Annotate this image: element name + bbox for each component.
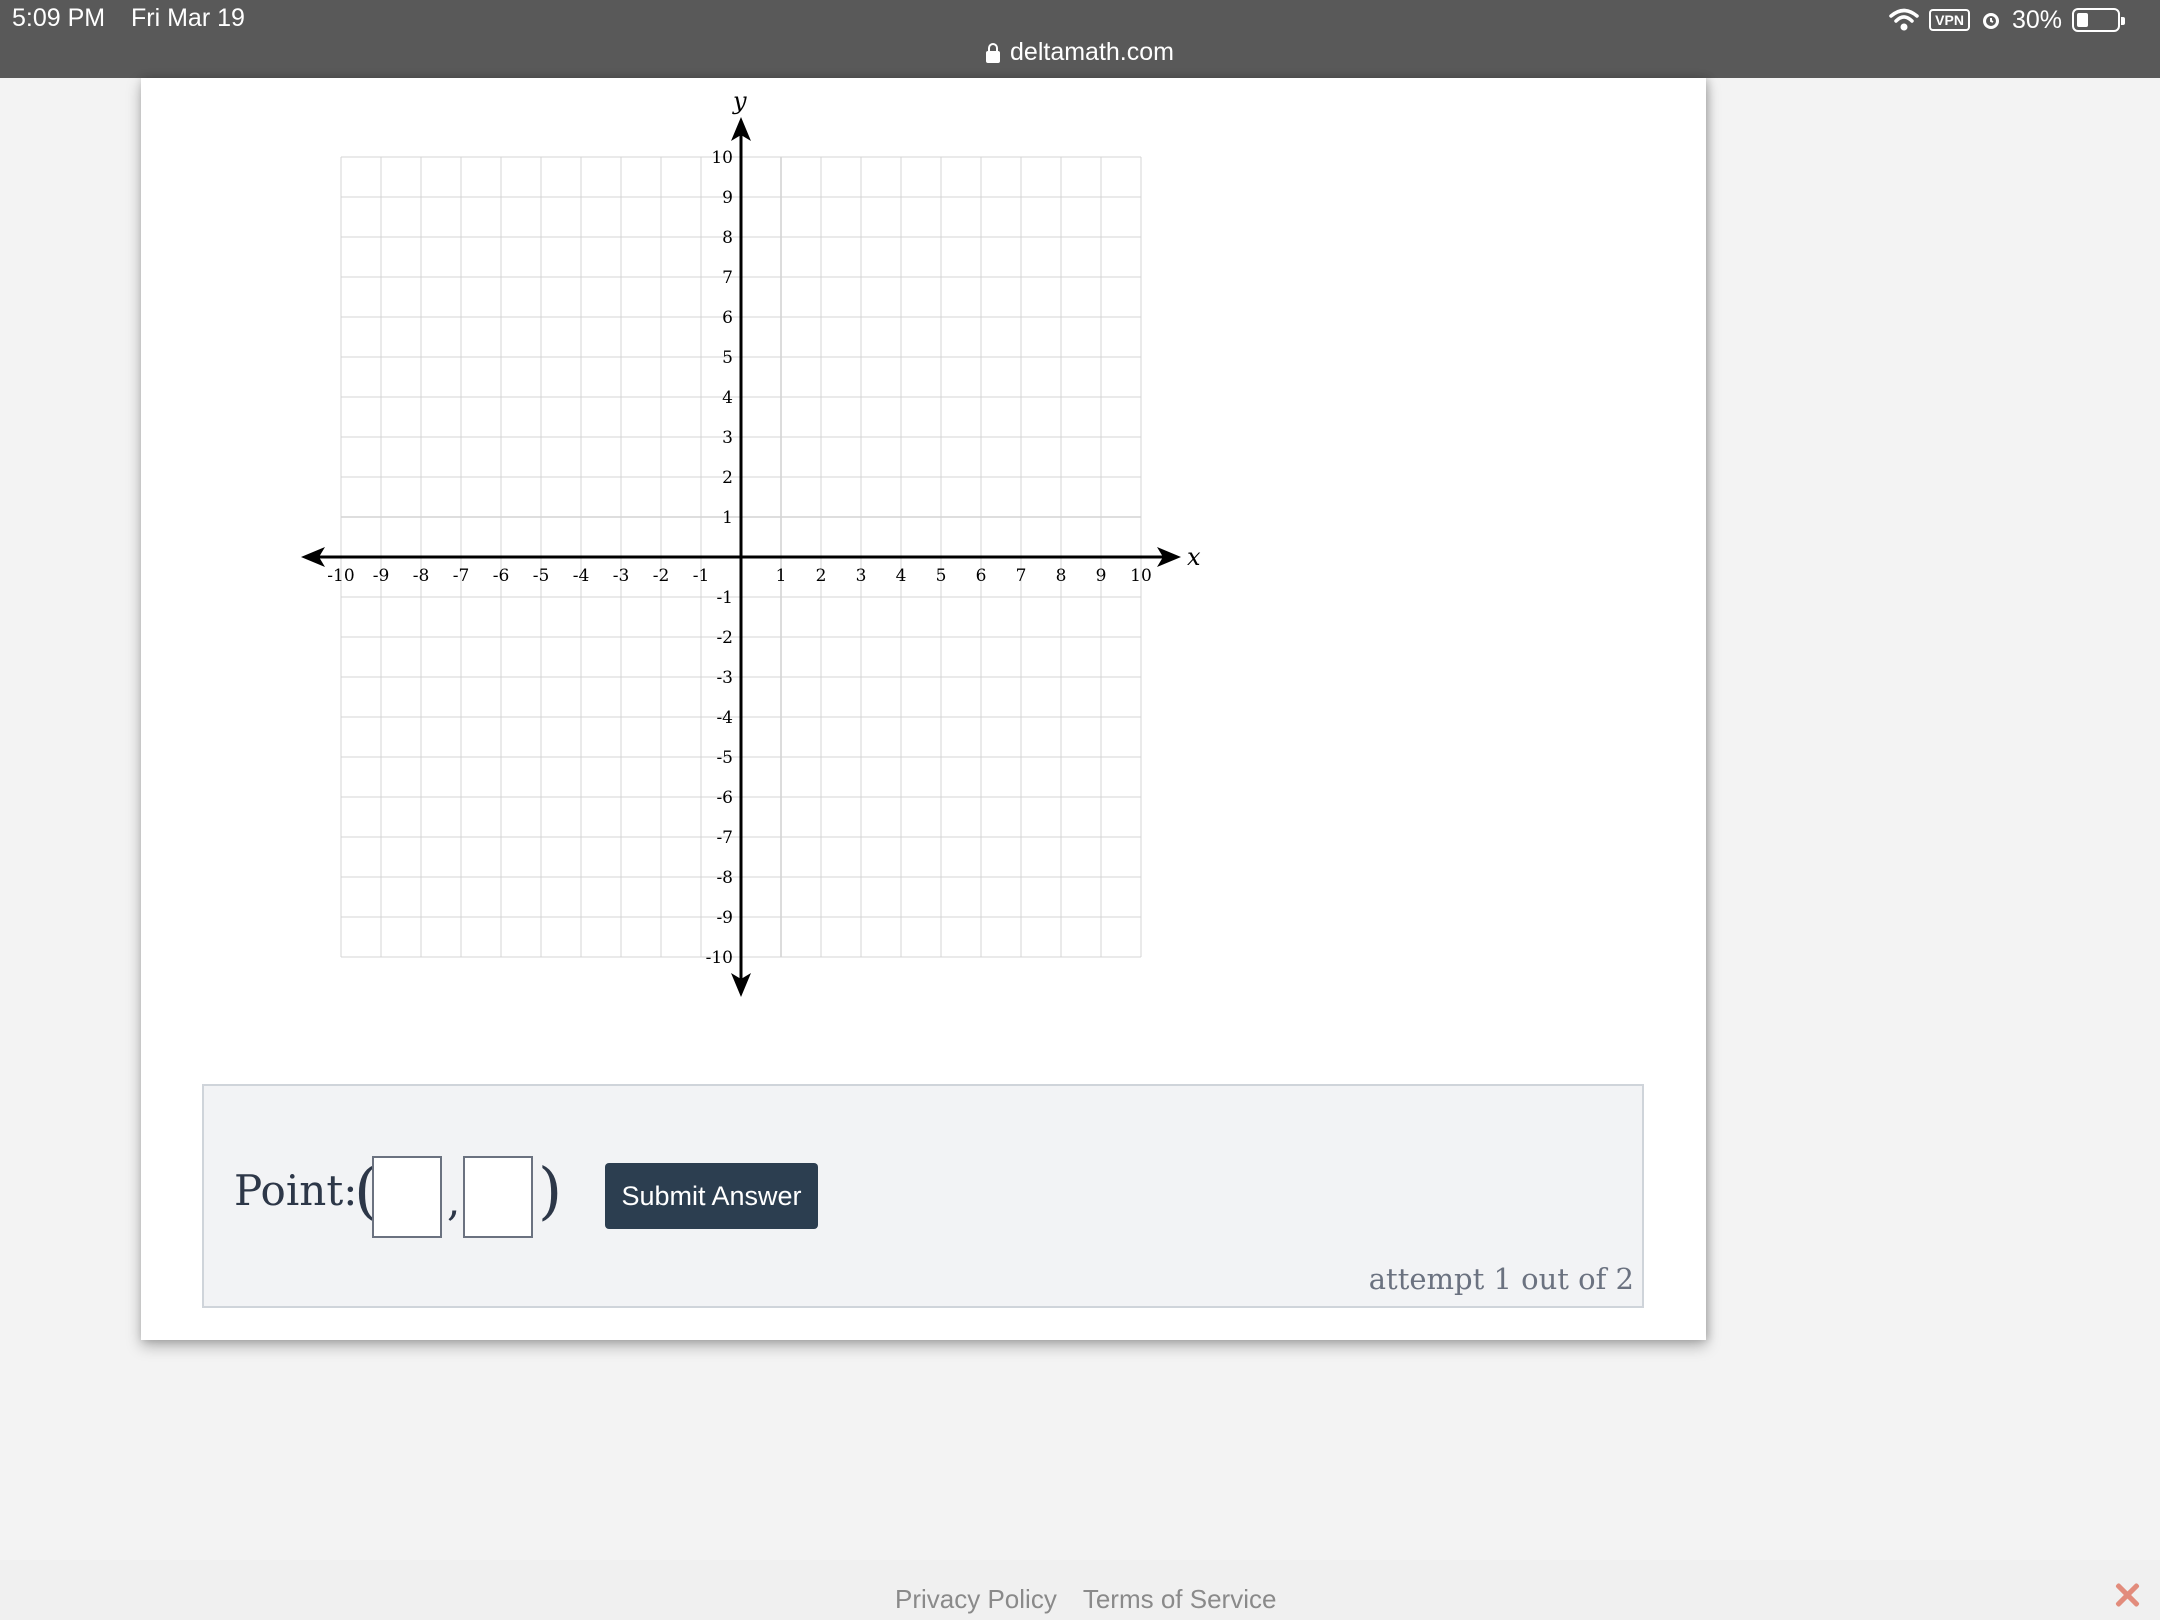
x-tick-label: 9 bbox=[1096, 566, 1107, 586]
address-bar[interactable]: deltamath.com bbox=[0, 38, 2160, 67]
y-tick-label: 6 bbox=[722, 308, 733, 328]
close-paren: ) bbox=[538, 1154, 563, 1227]
x-tick-label: 6 bbox=[976, 566, 987, 586]
y-tick-label: 8 bbox=[722, 228, 733, 248]
y-tick-label: -7 bbox=[716, 828, 733, 848]
y-tick-label: -2 bbox=[716, 628, 733, 648]
x-tick-label: 8 bbox=[1056, 566, 1067, 586]
y-tick-label: 3 bbox=[722, 428, 733, 448]
status-time: 5:09 PM bbox=[12, 4, 106, 32]
y-tick-label: -3 bbox=[716, 668, 733, 688]
y-tick-label: -1 bbox=[716, 588, 733, 608]
y-tick-label: 4 bbox=[722, 388, 733, 408]
y-tick-label: 1 bbox=[722, 508, 733, 528]
x-tick-label: -4 bbox=[573, 566, 590, 586]
x-tick-label: -5 bbox=[533, 566, 550, 586]
x-tick-label: 4 bbox=[896, 566, 907, 586]
x-tick-label: -10 bbox=[327, 566, 354, 586]
x-tick-label: 2 bbox=[816, 566, 827, 586]
privacy-policy-link[interactable]: Privacy Policy bbox=[895, 1584, 1057, 1615]
y-tick-label: -6 bbox=[716, 788, 733, 808]
x-tick-label: 7 bbox=[1016, 566, 1027, 586]
axes bbox=[301, 117, 1181, 997]
x-tick-label: 10 bbox=[1130, 566, 1152, 586]
lock-icon bbox=[986, 42, 1001, 63]
y-tick-label: -9 bbox=[716, 908, 733, 928]
vpn-icon: VPN bbox=[1929, 9, 1970, 31]
x-tick-label: -7 bbox=[453, 566, 470, 586]
x-tick-label: 5 bbox=[936, 566, 947, 586]
y-tick-label: 10 bbox=[711, 148, 733, 168]
battery-percent: 30% bbox=[2011, 5, 2062, 34]
x-tick-label: -6 bbox=[493, 566, 510, 586]
y-tick-label: -5 bbox=[716, 748, 733, 768]
x-tick-label: -9 bbox=[373, 566, 390, 586]
status-bar: 5:09 PM Fri Mar 19 VPN 30% deltamath.com bbox=[0, 0, 2160, 78]
x-tick-label: -1 bbox=[693, 566, 710, 586]
y-tick-label: 9 bbox=[722, 188, 733, 208]
point-label: Point: bbox=[234, 1166, 358, 1215]
y-coordinate-input[interactable] bbox=[463, 1156, 533, 1238]
y-tick-label: -8 bbox=[716, 868, 733, 888]
x-tick-label: 1 bbox=[776, 566, 787, 586]
x-axis-label: x bbox=[1187, 543, 1201, 571]
x-tick-label: -8 bbox=[413, 566, 430, 586]
status-icons: VPN 30% bbox=[1889, 4, 2125, 36]
submit-answer-button[interactable]: Submit Answer bbox=[605, 1163, 818, 1229]
footer: Privacy Policy Terms of Service bbox=[0, 1560, 2160, 1620]
status-date: Fri Mar 19 bbox=[131, 4, 245, 32]
x-coordinate-input[interactable] bbox=[372, 1156, 442, 1238]
x-tick-label: 3 bbox=[856, 566, 867, 586]
question-card: -10 -9 -8 -7 -6 -5 -4 -3 -2 -1 1 2 3 4 5 6 7 8 9 10 10 9 8 7 6 5… bbox=[141, 78, 1706, 1340]
battery-icon bbox=[2072, 8, 2125, 32]
y-tick-label: -4 bbox=[716, 708, 733, 728]
y-tick-label: 2 bbox=[722, 468, 733, 488]
y-tick-label: 7 bbox=[722, 268, 733, 288]
x-tick-label: -3 bbox=[613, 566, 630, 586]
battery-level bbox=[2077, 13, 2089, 27]
close-icon[interactable] bbox=[2114, 1582, 2140, 1608]
alarm-icon bbox=[1982, 13, 1999, 29]
terms-of-service-link[interactable]: Terms of Service bbox=[1083, 1584, 1277, 1615]
coordinate-graph[interactable]: -10 -9 -8 -7 -6 -5 -4 -3 -2 -1 1 2 3 4 5 6 7 8 9 10 10 9 8 7 6 5… bbox=[141, 78, 1706, 1038]
attempt-counter: attempt 1 out of 2 bbox=[1368, 1262, 1634, 1296]
answer-panel: Point: ( , ) Submit Answer attempt 1 out… bbox=[202, 1084, 1644, 1308]
y-tick-label: -10 bbox=[706, 948, 733, 968]
x-tick-label: -2 bbox=[653, 566, 670, 586]
y-tick-label: 5 bbox=[722, 348, 733, 368]
wifi-icon bbox=[1889, 8, 1919, 31]
url-text: deltamath.com bbox=[1010, 38, 1174, 66]
y-axis-label: y bbox=[732, 87, 747, 115]
comma: , bbox=[447, 1176, 461, 1225]
